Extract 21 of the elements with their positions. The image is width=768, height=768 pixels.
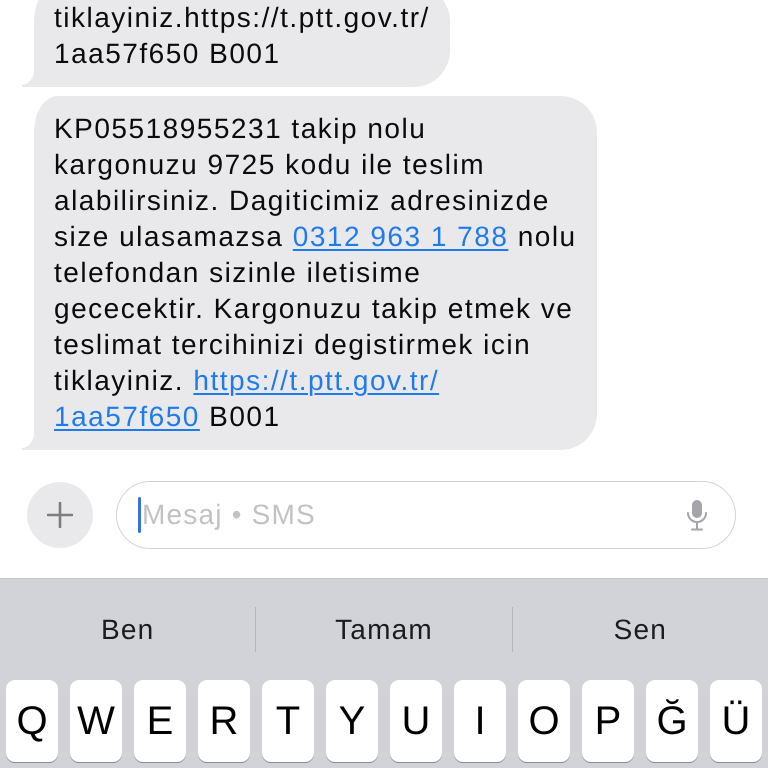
keyboard-key[interactable]: W bbox=[70, 680, 122, 762]
microphone-icon[interactable] bbox=[686, 499, 708, 531]
message-field[interactable]: Mesaj • SMS bbox=[116, 481, 736, 549]
keyboard-key[interactable]: P bbox=[582, 680, 634, 762]
message-text: tiklayiniz.https://t.ptt.gov.tr/ 1aa57f650 B001 bbox=[54, 1, 430, 71]
suggestion-item[interactable]: Tamam bbox=[256, 579, 512, 680]
keyboard-key[interactable]: Y bbox=[326, 680, 378, 762]
keyboard-key[interactable]: Ğ bbox=[646, 680, 698, 762]
keyboard-key[interactable]: T bbox=[262, 680, 314, 762]
keyboard-key[interactable]: R bbox=[198, 680, 250, 762]
keyboard-key[interactable]: E bbox=[134, 680, 186, 762]
suggestion-item[interactable]: Sen bbox=[512, 579, 768, 680]
text-cursor-icon bbox=[138, 497, 141, 533]
keyboard-key[interactable]: Q bbox=[6, 680, 58, 762]
keyboard-key[interactable]: O bbox=[518, 680, 570, 762]
keyboard-key[interactable]: Ü bbox=[710, 680, 762, 762]
plus-icon bbox=[47, 502, 73, 528]
keyboard-key[interactable]: I bbox=[454, 680, 506, 762]
message-text: KP05518955231 takip nolu kargonuzu 9725 kodu ile teslim alabilirsiniz. Dagiticimiz adresinizde size ulasamazsa 0312 963 1 788 nolu telefondan sizinle iletisime gececektir. Kargonuzu takip etmek ve teslimat tercihinizi degistirmek icin tiklayiniz. https://t.ptt.gov.tr/ 1aa57f650 B001 bbox=[54, 112, 577, 434]
suggestion-item[interactable]: Ben bbox=[0, 579, 256, 680]
keyboard-key[interactable]: U bbox=[390, 680, 442, 762]
